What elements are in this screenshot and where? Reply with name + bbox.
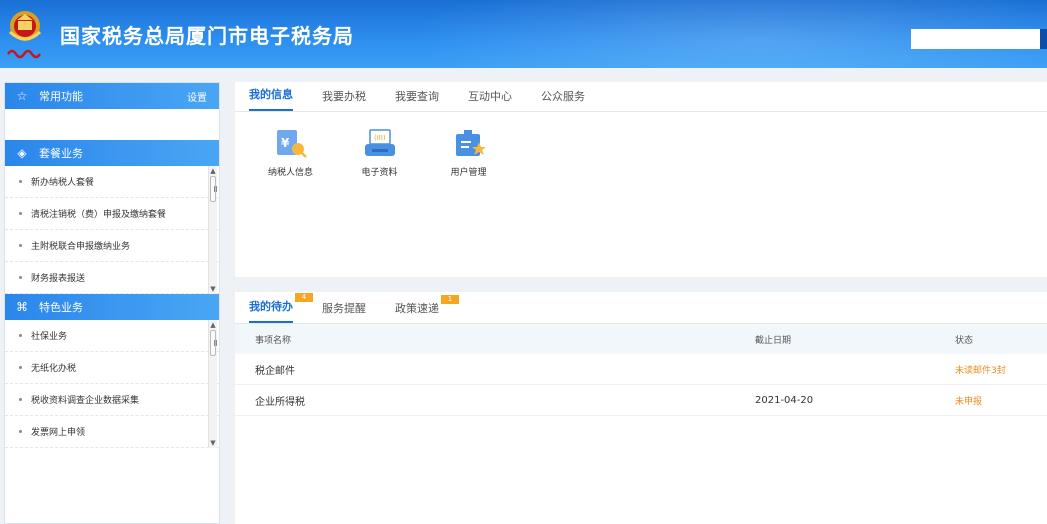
- table-row[interactable]: 税企邮件 未读邮件3封: [235, 354, 1047, 385]
- site-title: 国家税务总局厦门市电子税务局: [60, 24, 354, 48]
- column-header-name: 事项名称: [255, 335, 292, 346]
- user-management-icon: [455, 130, 486, 156]
- package-header[interactable]: ◈ 套餐业务: [5, 140, 219, 166]
- scroll-down-icon[interactable]: ▼: [209, 438, 217, 448]
- tab-my-todo[interactable]: 我的待办 4: [249, 293, 313, 323]
- sidebar-item-label: 清税注销税（费）申报及缴纳套餐: [31, 210, 167, 220]
- search-input[interactable]: [911, 29, 1041, 49]
- tab-service-reminder[interactable]: 服务提醒: [322, 300, 366, 323]
- sidebar-item-special-3[interactable]: 税收资料调查企业数据采集: [5, 384, 219, 416]
- sidebar-item-label: 发票网上申领: [31, 428, 86, 438]
- sidebar-item-package-2[interactable]: 清税注销税（费）申报及缴纳套餐: [5, 198, 219, 230]
- favorites-area: [5, 109, 219, 140]
- package-scrollbar[interactable]: ▲ ▼: [208, 166, 217, 294]
- tab-label: 政策速递: [395, 302, 439, 315]
- favorites-header: ☆ 常用功能 设置: [5, 83, 219, 109]
- favorites-settings-link[interactable]: 设置: [187, 89, 207, 104]
- scroll-down-icon[interactable]: ▼: [209, 284, 217, 294]
- scroll-up-icon[interactable]: ▲: [209, 166, 217, 176]
- special-list: 社保业务 无纸化办税 税收资料调查企业数据采集 发票网上申领 ▲ ▼: [5, 320, 219, 448]
- app-label: 电子资料: [361, 168, 398, 178]
- todo-item-date: 2021-04-20: [755, 394, 814, 406]
- tab-label: 服务提醒: [322, 302, 366, 315]
- svg-text:¥: ¥: [281, 136, 290, 150]
- search-button[interactable]: [1040, 29, 1047, 49]
- sidebar-item-package-4[interactable]: 财务报表报送: [5, 262, 219, 294]
- tab-my-info[interactable]: 我的信息: [249, 86, 293, 111]
- layers-icon: ◈: [17, 146, 27, 160]
- sidebar-item-label: 社保业务: [31, 332, 68, 342]
- app-user-management[interactable]: 用户管理: [437, 128, 500, 178]
- bullet-icon: [19, 212, 22, 215]
- app-taxpayer-info[interactable]: ¥ 纳税人信息: [259, 128, 322, 178]
- app-label: 纳税人信息: [267, 168, 313, 178]
- column-header-date: 截止日期: [755, 335, 792, 346]
- tab-label: 我的待办: [249, 300, 293, 313]
- sidebar-item-label: 无纸化办税: [31, 364, 77, 374]
- bullet-icon: [19, 276, 22, 279]
- scrollbar-thumb[interactable]: [210, 176, 217, 202]
- sidebar-item-special-1[interactable]: 社保业务: [5, 320, 219, 352]
- todo-item-name[interactable]: 税企邮件: [235, 362, 755, 377]
- info-tabs: 我的信息 我要办税 我要查询 互动中心 公众服务: [235, 82, 1047, 112]
- sidebar-item-label: 财务报表报送: [31, 274, 86, 284]
- table-row[interactable]: 企业所得税 2021-04-20 未申报: [235, 385, 1047, 416]
- bullet-icon: [19, 366, 22, 369]
- todo-tabs: 我的待办 4 服务提醒 政策速递 1: [235, 292, 1047, 324]
- svg-text:(III): (III): [374, 134, 386, 142]
- taxpayer-info-icon: ¥: [276, 130, 307, 158]
- todo-table-header: 事项名称 截止日期 状态: [235, 324, 1047, 354]
- tab-tax-handling[interactable]: 我要办税: [322, 88, 366, 111]
- sidebar-item-label: 新办纳税人套餐: [31, 178, 95, 188]
- electronic-data-icon: (III): [364, 129, 395, 156]
- scrollbar-thumb[interactable]: [210, 330, 217, 356]
- scroll-up-icon[interactable]: ▲: [209, 320, 217, 330]
- sidebar-item-label: 主附税联合申报缴纳业务: [31, 242, 131, 252]
- star-icon: ☆: [16, 89, 28, 103]
- site-header: 国家税务总局厦门市电子税务局: [0, 0, 1047, 68]
- app-label: 用户管理: [450, 168, 487, 178]
- tax-emblem-icon: [6, 11, 42, 59]
- favorites-title: 常用功能: [39, 90, 83, 103]
- grid-icon: ⌘: [16, 300, 28, 314]
- app-grid: ¥ 纳税人信息 (III) 电子资料 用户管理: [235, 112, 1047, 178]
- bullet-icon: [19, 180, 22, 183]
- todo-item-name[interactable]: 企业所得税: [235, 393, 755, 408]
- package-title: 套餐业务: [39, 147, 83, 160]
- sidebar-item-label: 税收资料调查企业数据采集: [31, 396, 140, 406]
- bullet-icon: [19, 334, 22, 337]
- special-header[interactable]: ⌘ 特色业务: [5, 294, 219, 320]
- sidebar-item-package-3[interactable]: 主附税联合申报缴纳业务: [5, 230, 219, 262]
- my-info-panel: 我的信息 我要办税 我要查询 互动中心 公众服务 ¥ 纳税人信息 (III) 电…: [235, 82, 1047, 277]
- special-scrollbar[interactable]: ▲ ▼: [208, 320, 217, 448]
- sidebar-item-special-4[interactable]: 发票网上申领: [5, 416, 219, 448]
- tab-policy-express[interactable]: 政策速递 1: [395, 295, 459, 323]
- bullet-icon: [19, 398, 22, 401]
- todo-item-status[interactable]: 未读邮件3封: [955, 363, 1047, 376]
- package-list: 新办纳税人套餐 清税注销税（费）申报及缴纳套餐 主附税联合申报缴纳业务 财务报表…: [5, 166, 219, 294]
- app-electronic-data[interactable]: (III) 电子资料: [348, 128, 411, 178]
- sidebar-item-special-2[interactable]: 无纸化办税: [5, 352, 219, 384]
- policy-count-badge: 1: [441, 295, 459, 304]
- bullet-icon: [19, 244, 22, 247]
- sidebar: ☆ 常用功能 设置 ◈ 套餐业务 新办纳税人套餐 清税注销税（费）申报及缴纳套餐…: [4, 82, 220, 524]
- tab-public-service[interactable]: 公众服务: [541, 88, 585, 111]
- column-header-status: 状态: [955, 335, 974, 346]
- todo-count-badge: 4: [295, 293, 313, 302]
- tab-query[interactable]: 我要查询: [395, 88, 439, 111]
- sidebar-item-package-1[interactable]: 新办纳税人套餐: [5, 166, 219, 198]
- tab-interaction[interactable]: 互动中心: [468, 88, 512, 111]
- todo-item-status[interactable]: 未申报: [955, 394, 1047, 407]
- todo-panel: 我的待办 4 服务提醒 政策速递 1 事项名称 截止日期 状态 税企邮件 未读邮…: [235, 292, 1047, 524]
- special-title: 特色业务: [39, 301, 83, 314]
- bullet-icon: [19, 430, 22, 433]
